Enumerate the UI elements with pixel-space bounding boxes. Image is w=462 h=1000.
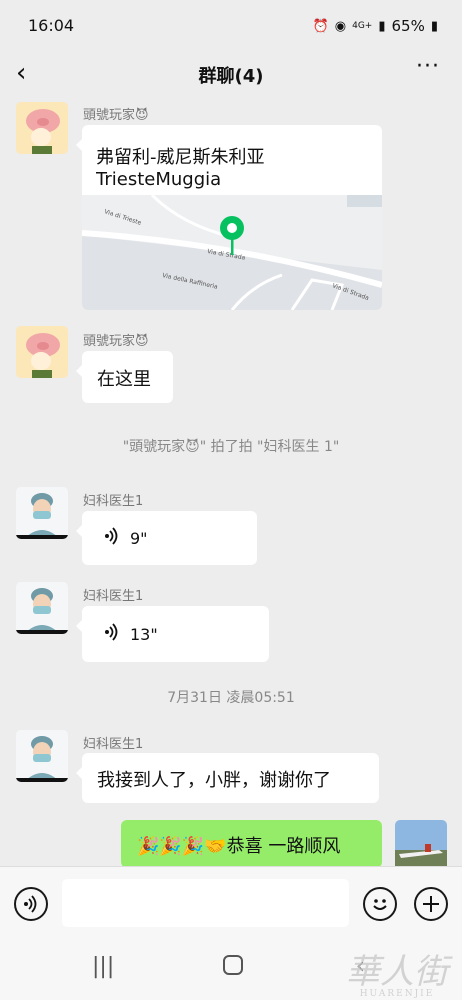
location-subtitle: TriesteMuggia	[96, 169, 222, 189]
avatar[interactable]	[16, 730, 68, 782]
voice-message[interactable]: 13"	[76, 606, 269, 662]
location-title: 弗留利-威尼斯朱利亚	[96, 147, 265, 168]
sender-name: 頭號玩家😈	[83, 334, 149, 349]
sender-name: 頭號玩家😈	[83, 108, 149, 123]
plus-icon	[423, 896, 439, 912]
status-icons: ⏰ ◉ 4G+ ▮ 65% ▮	[313, 17, 438, 35]
emoji-icon	[373, 899, 387, 910]
status-time: 16:04	[28, 16, 75, 35]
own-avatar[interactable]	[395, 820, 447, 866]
timestamp: 7月31日 凌晨05:51	[167, 690, 295, 706]
avatar[interactable]	[16, 326, 68, 378]
message-text: 🎉🎉🎉🤝恭喜 一路顺风	[137, 836, 341, 857]
watermark-main: 華人街	[346, 952, 448, 992]
own-text-message[interactable]: 🎉🎉🎉🤝恭喜 一路顺风	[121, 820, 382, 866]
signal-icon: ▮	[378, 18, 386, 34]
battery-icon: ▮	[430, 18, 438, 34]
alarm-icon: ⏰	[312, 18, 329, 34]
voice-icon	[104, 527, 120, 549]
status-bar: 16:04 ⏰ ◉ 4G+ ▮ 65% ▮	[0, 0, 462, 52]
battery-label: 65%	[391, 17, 425, 35]
message-text: 在这里	[97, 369, 151, 390]
map-image: Via di Strada Via della Raffineria Via d…	[82, 195, 382, 310]
message-input[interactable]	[62, 879, 349, 927]
doctor-avatar-image	[16, 582, 68, 634]
voice-duration: 13"	[130, 624, 158, 644]
voice-duration: 9"	[130, 528, 148, 548]
voice-icon	[24, 895, 37, 913]
network-label: 4G+	[352, 21, 373, 31]
sender-name: 妇科医生1	[83, 589, 144, 604]
recent-apps-icon[interactable]: |||	[92, 954, 114, 979]
avatar[interactable]	[16, 487, 68, 539]
emoji-button[interactable]	[363, 887, 397, 921]
text-message[interactable]: 在这里	[76, 351, 173, 403]
voice-input-button[interactable]	[14, 887, 48, 921]
pig-avatar-image	[16, 102, 68, 154]
avatar[interactable]	[16, 582, 68, 634]
text-message[interactable]: 我接到人了，小胖，谢谢你了	[76, 753, 379, 803]
watermark-sub: HUARENJIE	[359, 989, 435, 999]
map-preview[interactable]: Via di Strada Via della Raffineria Via d…	[82, 195, 382, 310]
location-message[interactable]: 弗留利-威尼斯朱利亚 TriesteMuggia Via di Strada V…	[76, 125, 382, 310]
doctor-avatar-image	[16, 730, 68, 782]
sender-name: 妇科医生1	[83, 494, 144, 509]
doctor-avatar-image	[16, 487, 68, 539]
chat-title: 群聊(4)	[198, 66, 264, 87]
home-icon[interactable]	[222, 954, 244, 982]
input-bar	[0, 866, 462, 938]
pig-avatar-image	[16, 326, 68, 378]
voice-message[interactable]: 9"	[76, 511, 257, 565]
photo-avatar-image	[395, 820, 447, 866]
chat-header: ‹ 群聊(4) ···	[0, 52, 462, 98]
hotspot-icon: ◉	[334, 18, 347, 34]
avatar[interactable]	[16, 102, 68, 154]
sender-name: 妇科医生1	[83, 737, 144, 752]
chat-area[interactable]: 頭號玩家😈 弗留利-威尼斯朱利亚 TriesteMuggia Via di St…	[0, 98, 462, 866]
voice-icon	[104, 623, 120, 645]
system-message: "頭號玩家😈" 拍了拍 "妇科医生 1"	[122, 439, 340, 455]
more-icon[interactable]: ···	[416, 54, 440, 79]
watermark-logo: 華人街 HUARENJIE	[346, 944, 448, 999]
add-button[interactable]	[414, 887, 448, 921]
message-text: 我接到人了，小胖，谢谢你了	[97, 770, 331, 791]
